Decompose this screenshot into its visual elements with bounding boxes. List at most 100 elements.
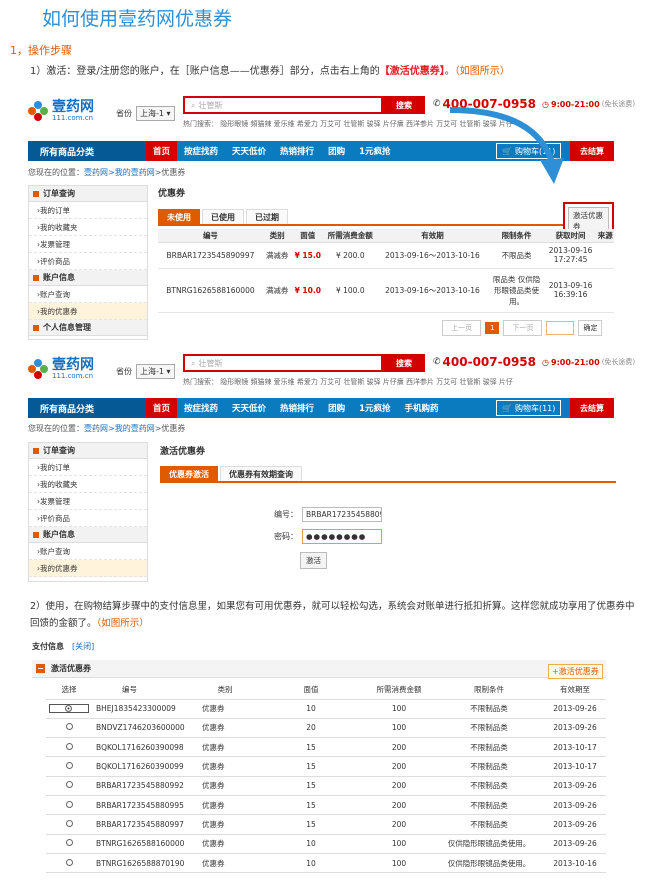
- activate-submit-button[interactable]: 激活: [300, 552, 327, 569]
- activate-coupon-link[interactable]: +激活优惠券: [548, 664, 603, 679]
- table-row[interactable]: BQKOL1716260390098 优惠券 15 200 不限制品类 2013-10-1…: [46, 737, 606, 758]
- province-select[interactable]: 上海-1 ▾: [136, 364, 175, 379]
- cell-id: BRBAR1723545880997: [92, 814, 192, 835]
- search-button[interactable]: 搜索: [383, 96, 425, 114]
- cell-value: 15: [258, 795, 364, 816]
- site-logo[interactable]: 壹药网 111.com.cn: [28, 358, 94, 380]
- nav-item[interactable]: 1元疯抢: [352, 398, 397, 418]
- coupon-radio[interactable]: [65, 781, 73, 789]
- sidebar-item[interactable]: › 发票管理: [29, 493, 147, 510]
- cell-limit: 不限制品类: [434, 737, 544, 758]
- sidebar-item[interactable]: › 我的订单: [29, 459, 147, 476]
- nav-item[interactable]: 天天低价: [225, 141, 273, 161]
- sidebar-item[interactable]: › 评价商品: [29, 510, 147, 527]
- nav-item[interactable]: 团购: [321, 141, 352, 161]
- table-row[interactable]: BRBAR1723545880997 优惠券 15 200 不限制品类 2013-09-2…: [46, 814, 606, 835]
- nav-item[interactable]: 首页: [146, 398, 178, 418]
- cell-limit: 不限制品类: [434, 718, 544, 739]
- search-icon: ⌕: [191, 358, 196, 368]
- coupon-section-header: − 激活优惠券: [32, 660, 606, 678]
- coupon-select[interactable]: [49, 704, 89, 714]
- cell-type: 优惠券: [192, 756, 258, 777]
- nav-item[interactable]: 按症找药: [177, 398, 225, 418]
- coupon-title: 优惠券: [158, 189, 186, 199]
- screenshot-activate-coupon: 壹药网 111.com.cn 省份 上海-1 ▾ ⌕ 壮管斯 搜索 热门搜索： 隐形眼…: [28, 352, 635, 584]
- sidebar-item[interactable]: › 发票管理: [29, 236, 147, 253]
- all-categories[interactable]: 所有商品分类: [28, 398, 146, 418]
- cart-icon: 🛒: [502, 403, 512, 413]
- table-row[interactable]: BNDVZ1746203600000 优惠券 20 100 不限制品类 2013-09-2…: [46, 718, 606, 739]
- coupon-radio[interactable]: [65, 839, 73, 847]
- search-input[interactable]: ⌕ 壮管斯: [183, 354, 383, 372]
- sidebar-item[interactable]: › 账户查询: [29, 543, 147, 560]
- prev-page-button[interactable]: 上一页: [442, 320, 481, 336]
- table-row[interactable]: BRBAR1723545880992 优惠券 15 200 不限制品类 2013-09-2…: [46, 776, 606, 796]
- sidebar-item-coupons[interactable]: › 我的优惠券: [29, 303, 147, 320]
- coupon-radio[interactable]: [65, 762, 73, 770]
- cell-id: BHEJ1835423300009: [92, 698, 192, 719]
- coupon-radio[interactable]: [65, 742, 73, 750]
- nav-item[interactable]: 1元疯抢: [352, 141, 397, 161]
- coupon-code-input[interactable]: BRBAR1723545880995: [302, 507, 382, 522]
- sidebar-item[interactable]: › 我的订单: [29, 202, 147, 219]
- code-label: 编号：: [274, 510, 298, 519]
- cell-limit: 不限制品类: [434, 756, 544, 777]
- bullet-icon: [33, 190, 39, 197]
- cell-id: BNDVZ1746203600000: [92, 718, 192, 739]
- cell-value: 15: [258, 737, 364, 758]
- cell-id: BQKOL1716260390099: [92, 756, 192, 777]
- coupon-radio[interactable]: [65, 858, 73, 866]
- cell-expiry: 2013-10-16: [544, 853, 606, 874]
- sidebar-item[interactable]: › 我的收藏夹: [29, 476, 147, 493]
- cart-button[interactable]: 🛒 购物车(11): [496, 400, 562, 416]
- all-categories[interactable]: 所有商品分类: [28, 141, 146, 161]
- nav-item[interactable]: 热销排行: [273, 398, 321, 418]
- cell-limit: 仅供隐形眼镜品类使用。: [434, 834, 544, 854]
- cell-min: 200: [364, 776, 434, 796]
- tab-activate[interactable]: 优惠券激活: [160, 466, 218, 481]
- table-row[interactable]: BTNRG1626588870190 优惠券 10 100 仅供隐形眼镜品类使用。 201…: [46, 853, 606, 874]
- sidebar-item[interactable]: › 我的收藏夹: [29, 219, 147, 236]
- nav-item[interactable]: 按症找药: [177, 141, 225, 161]
- nav-item[interactable]: 热销排行: [273, 141, 321, 161]
- page-confirm-button[interactable]: 确定: [578, 320, 603, 336]
- search-button[interactable]: 搜索: [383, 354, 425, 372]
- coupon-radio[interactable]: [65, 723, 73, 731]
- table-row[interactable]: BHEJ1835423300009 优惠券 10 100 不限制品类 2013-09-26: [46, 698, 606, 719]
- hotline: ✆ 400-007-0958 ◷ 9:00-21:00 (免长途费): [433, 355, 636, 369]
- table-row[interactable]: BRBAR1723545880995 优惠券 15 200 不限制品类 2013-09-2…: [46, 795, 606, 816]
- phone-icon: ✆: [433, 357, 441, 367]
- sidebar-item[interactable]: › 账户查询: [29, 286, 147, 303]
- sidebar-item[interactable]: › 评价商品: [29, 253, 147, 270]
- tab-unused[interactable]: 未使用: [158, 209, 200, 224]
- search-input[interactable]: ⌕ 壮管斯: [183, 96, 383, 114]
- checkout-button[interactable]: 去结算: [570, 398, 614, 418]
- site-logo[interactable]: 壹药网 111.com.cn: [28, 100, 94, 122]
- next-page-button[interactable]: 下一页: [503, 320, 543, 336]
- tab-expired[interactable]: 已过期: [246, 209, 288, 224]
- page-number[interactable]: 1: [485, 322, 500, 334]
- nav-item[interactable]: 手机购药: [398, 398, 446, 418]
- nav-item[interactable]: 团购: [321, 398, 352, 418]
- activate-highlight: 【激活优惠券】: [379, 66, 445, 77]
- province-select[interactable]: 上海-1 ▾: [136, 106, 175, 121]
- cell-expiry: 2013-09-26: [544, 795, 606, 816]
- pager: 上一页 1 下一页 确定: [442, 320, 603, 336]
- coupon-radio[interactable]: [65, 819, 73, 827]
- cell-expiry: 2013-09-26: [544, 814, 606, 835]
- tab-expiry-query[interactable]: 优惠券有效期查询: [220, 466, 302, 481]
- nav-item[interactable]: 首页: [146, 141, 178, 161]
- table-row[interactable]: BQKOL1716260390099 优惠券 15 200 不限制品类 2013-10-1…: [46, 756, 606, 777]
- table-row[interactable]: BTNRG1626588160000 优惠券 10 100 仅供隐形眼镜品类使用。 201…: [46, 834, 606, 854]
- tab-used[interactable]: 已使用: [202, 209, 244, 224]
- sidebar-item-coupons[interactable]: › 我的优惠券: [29, 560, 147, 577]
- breadcrumb: 您现在的位置：壹药网>我的壹药网>优惠券: [28, 424, 186, 433]
- radio-selected-icon: [65, 705, 72, 713]
- payment-close-link[interactable]: [关闭]: [72, 642, 94, 651]
- coupon-radio[interactable]: [65, 800, 73, 808]
- page-input[interactable]: [546, 321, 575, 335]
- collapse-icon[interactable]: −: [36, 664, 45, 673]
- coupon-password-input[interactable]: ●●●●●●●●: [302, 529, 382, 544]
- nav-item[interactable]: 天天低价: [225, 398, 273, 418]
- cell-type: 优惠券: [192, 698, 258, 719]
